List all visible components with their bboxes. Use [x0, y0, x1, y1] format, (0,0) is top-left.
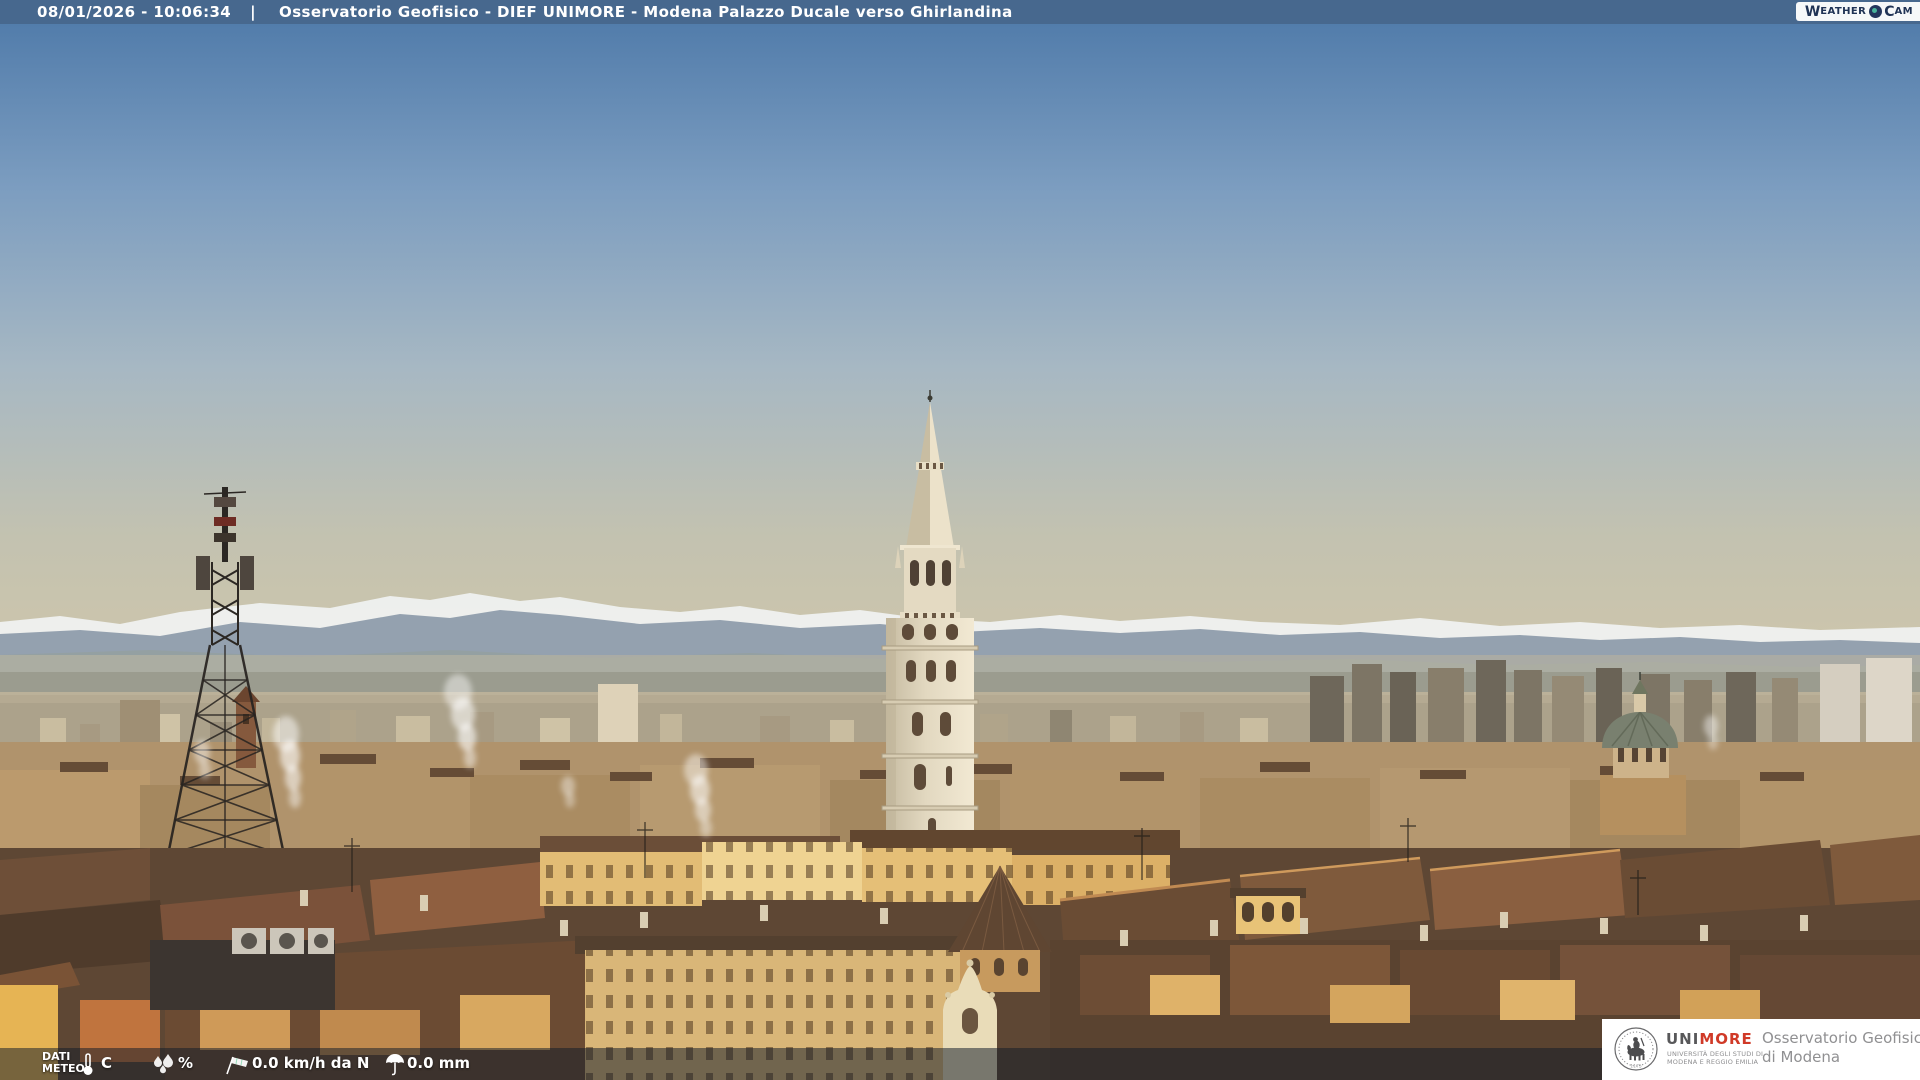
weathercam-word2-rest: AM: [1894, 6, 1913, 17]
svg-text:1175: 1175: [1630, 1064, 1642, 1070]
unimore-seal-icon: 1175: [1614, 1027, 1658, 1071]
unimore-subtitle: UNIVERSITÀ DEGLI STUDI DI MODENA E REGGI…: [1667, 1050, 1764, 1066]
dati-meteo-label: DATI METEO: [42, 1050, 85, 1075]
camera-lens-icon: [1869, 5, 1883, 18]
brick-campanile: [232, 686, 260, 768]
rain-umbrella-icon: [386, 1054, 404, 1076]
wind-icon: [226, 1056, 248, 1075]
rain-value: 0.0 mm: [407, 1054, 471, 1072]
humidity-icon: [154, 1054, 173, 1074]
weathercam-logo: W EATHER C AM: [1795, 2, 1920, 21]
thermometer-icon: [83, 1053, 93, 1075]
unimore-logo-box: 1175 UNIMORE UNIVERSITÀ DEGLI STUDI DI M…: [1602, 1019, 1920, 1080]
sky: [0, 0, 1920, 672]
datetime: 08/01/2026 - 10:06:34: [37, 3, 232, 21]
wind-value: 0.0 km/h da N: [252, 1054, 370, 1072]
webcam-photo: [0, 0, 1920, 1080]
separator: |: [250, 3, 257, 21]
weathercam-word1-rest: EATHER: [1820, 6, 1867, 17]
timestamp-bar: 08/01/2026 - 10:06:34 | Osservatorio Geo…: [0, 0, 1920, 24]
weathercam-word1-initial: W: [1804, 3, 1821, 20]
hvac-rooftop: [150, 928, 335, 1010]
observatory-name: Osservatorio Geofisico di Modena: [1762, 1029, 1920, 1066]
camera-title: Osservatorio Geofisico - DIEF UNIMORE - …: [279, 3, 1013, 21]
unimore-wordmark: UNIMORE: [1666, 1030, 1753, 1048]
weathercam-word2-initial: C: [1884, 3, 1895, 20]
